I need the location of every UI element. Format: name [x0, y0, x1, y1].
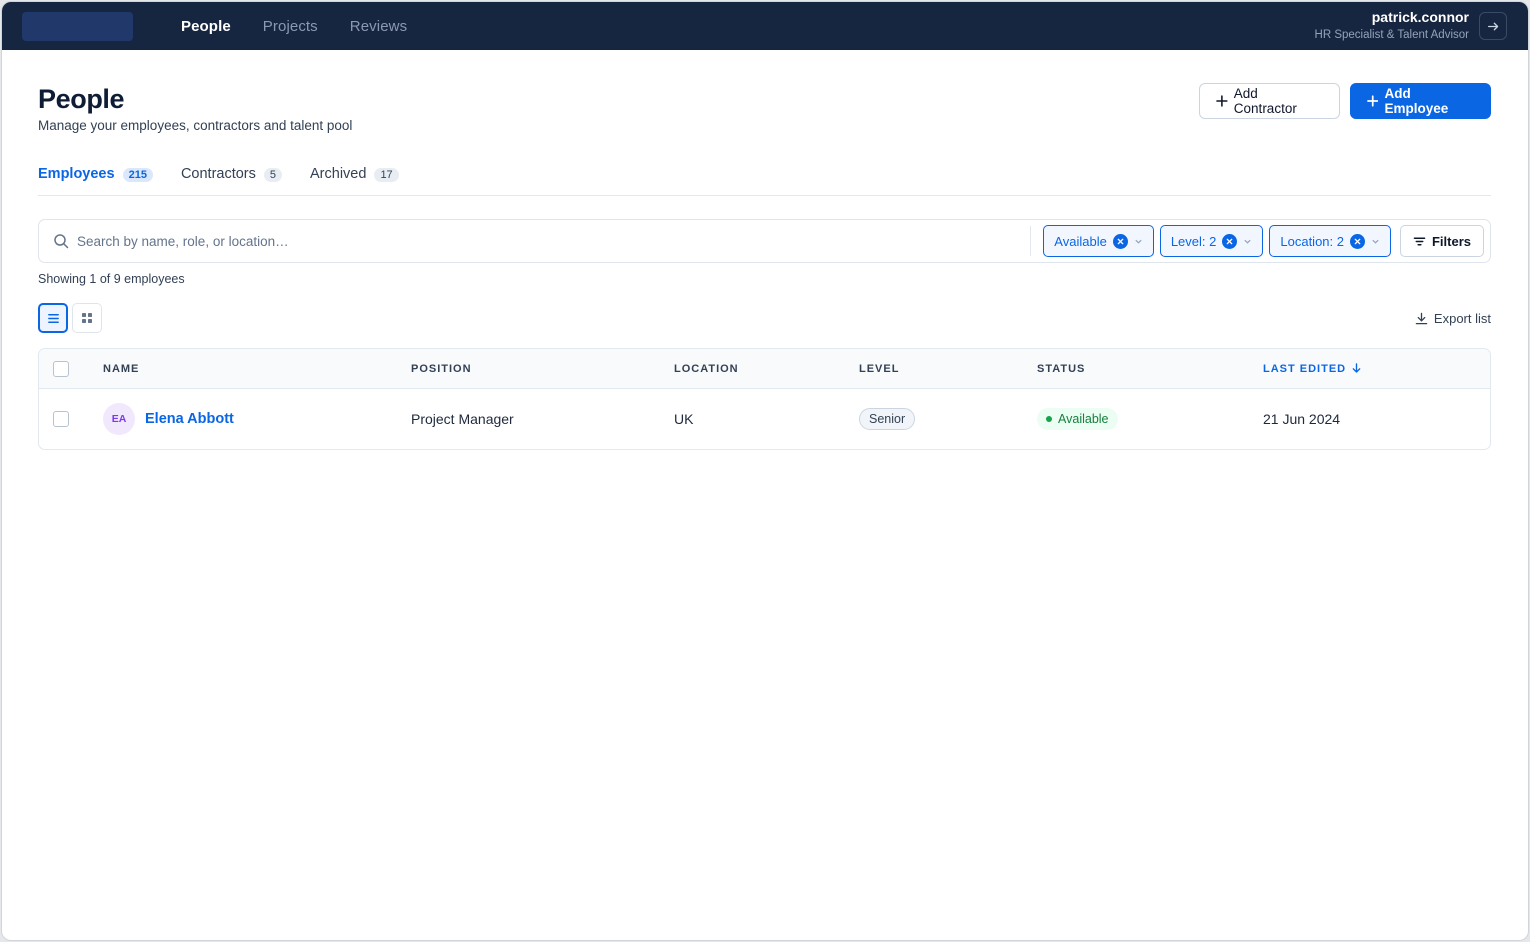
search-icon	[54, 234, 69, 249]
column-header-last-edited[interactable]: LAST EDITED	[1263, 363, 1490, 375]
level-cell: Senior	[859, 408, 1037, 430]
search-divider	[1030, 226, 1032, 256]
column-header-location[interactable]: LOCATION	[674, 363, 859, 375]
clear-filter-icon[interactable]	[1112, 233, 1128, 249]
user-name: patrick.connor	[1371, 9, 1469, 25]
level-badge: Senior	[859, 408, 916, 430]
app-window: People Projects Reviews patrick.connor H…	[1, 1, 1529, 941]
column-header-status[interactable]: STATUS	[1037, 363, 1263, 375]
tab-archived[interactable]: Archived 17	[310, 166, 399, 195]
column-header-name[interactable]: NAME	[103, 363, 411, 375]
column-header-position[interactable]: POSITION	[411, 363, 674, 375]
last-edited-cell: 21 Jun 2024	[1263, 411, 1341, 427]
main-content: People Manage your employees, contractor…	[2, 83, 1528, 450]
view-controls: Export list	[38, 303, 1491, 333]
export-label: Export list	[1433, 310, 1491, 326]
employees-table: NAME POSITION LOCATION LEVEL STATUS LAST…	[38, 348, 1491, 450]
add-contractor-button[interactable]: Add Contractor	[1199, 83, 1340, 119]
status-badge: Available	[1037, 408, 1118, 430]
tab-label: Contractors	[180, 166, 256, 182]
status-label: Available	[1058, 412, 1109, 426]
tab-employees[interactable]: Employees 215	[38, 166, 153, 195]
clear-filter-icon[interactable]	[1349, 233, 1365, 249]
people-tabs: Employees 215 Contractors 5 Archived 17	[38, 166, 1491, 196]
filter-chip-level[interactable]: Level: 2	[1159, 225, 1264, 257]
view-toggle-group	[38, 303, 102, 333]
chevron-down-icon	[1135, 239, 1142, 244]
status-cell: Available	[1037, 408, 1263, 430]
tab-count-badge: 215	[122, 168, 153, 182]
list-view-button[interactable]	[38, 303, 68, 333]
nav-item-reviews[interactable]: Reviews	[334, 18, 423, 35]
export-list-button[interactable]: Export list	[1415, 311, 1491, 326]
nav-item-projects[interactable]: Projects	[247, 18, 334, 35]
tab-label: Archived	[310, 166, 367, 182]
user-menu: patrick.connor HR Specialist & Talent Ad…	[1315, 9, 1507, 43]
row-checkbox[interactable]	[53, 411, 69, 427]
header-select-cell	[39, 360, 103, 377]
grid-view-button[interactable]	[72, 303, 102, 333]
search-filter-bar: Available Level: 2 Location: 2	[38, 219, 1491, 263]
column-header-level[interactable]: LEVEL	[859, 363, 1037, 375]
user-info: patrick.connor HR Specialist & Talent Ad…	[1315, 9, 1469, 43]
table-header: NAME POSITION LOCATION LEVEL STATUS LAST…	[39, 349, 1490, 389]
location-cell: UK	[674, 411, 694, 427]
filter-chip-label: Level: 2	[1170, 233, 1217, 249]
filter-chip-location[interactable]: Location: 2	[1269, 225, 1391, 257]
results-count: Showing 1 of 9 employees	[38, 272, 185, 286]
select-all-checkbox[interactable]	[53, 360, 69, 377]
page-subtitle: Manage your employees, contractors and t…	[38, 118, 353, 133]
sort-descending-icon	[1352, 362, 1361, 373]
filters-button[interactable]: Filters	[1399, 225, 1484, 257]
page-title: People	[38, 84, 125, 114]
main-nav: People Projects Reviews	[165, 18, 423, 35]
status-dot-icon	[1046, 416, 1052, 422]
clear-filter-icon[interactable]	[1222, 233, 1238, 249]
tab-count-badge: 5	[263, 168, 283, 182]
download-icon	[1415, 312, 1428, 324]
employee-name-link[interactable]: Elena Abbott	[145, 411, 234, 427]
plus-icon	[1216, 95, 1228, 107]
top-navbar: People Projects Reviews patrick.connor H…	[2, 2, 1528, 50]
filter-chip-label: Location: 2	[1280, 233, 1344, 249]
logout-button[interactable]	[1479, 12, 1507, 40]
position-cell: Project Manager	[411, 411, 514, 427]
page-header: People Manage your employees, contractor…	[38, 83, 1491, 133]
filter-icon	[1413, 237, 1426, 245]
tab-label: Employees	[38, 166, 115, 182]
table-row[interactable]: EA Elena Abbott Project Manager UK Senio…	[39, 389, 1490, 449]
avatar: EA	[103, 403, 135, 435]
chevron-down-icon	[1244, 239, 1251, 244]
filter-chip-label: Available	[1054, 233, 1107, 249]
add-employee-label: Add Employee	[1384, 86, 1449, 116]
plus-icon	[1367, 95, 1379, 107]
grid-icon	[82, 313, 92, 323]
arrow-right-icon	[1487, 22, 1498, 30]
add-employee-button[interactable]: Add Employee	[1350, 83, 1491, 119]
company-logo[interactable]	[22, 11, 133, 41]
filters-label: Filters	[1431, 233, 1471, 249]
column-header-label: LAST EDITED	[1263, 362, 1347, 375]
add-contractor-label: Add Contractor	[1233, 86, 1297, 116]
list-icon	[47, 313, 59, 323]
chevron-down-icon	[1372, 239, 1379, 244]
tab-count-badge: 17	[374, 168, 399, 182]
row-select-cell	[39, 411, 103, 427]
name-cell: EA Elena Abbott	[103, 403, 411, 435]
nav-item-people[interactable]: People	[165, 18, 247, 35]
header-actions: Add Contractor Add Employee	[1199, 83, 1491, 133]
user-role: HR Specialist & Talent Advisor	[1314, 29, 1469, 41]
search-input[interactable]	[77, 233, 1027, 249]
filter-chip-availability[interactable]: Available	[1043, 225, 1154, 257]
tab-contractors[interactable]: Contractors 5	[180, 166, 283, 195]
